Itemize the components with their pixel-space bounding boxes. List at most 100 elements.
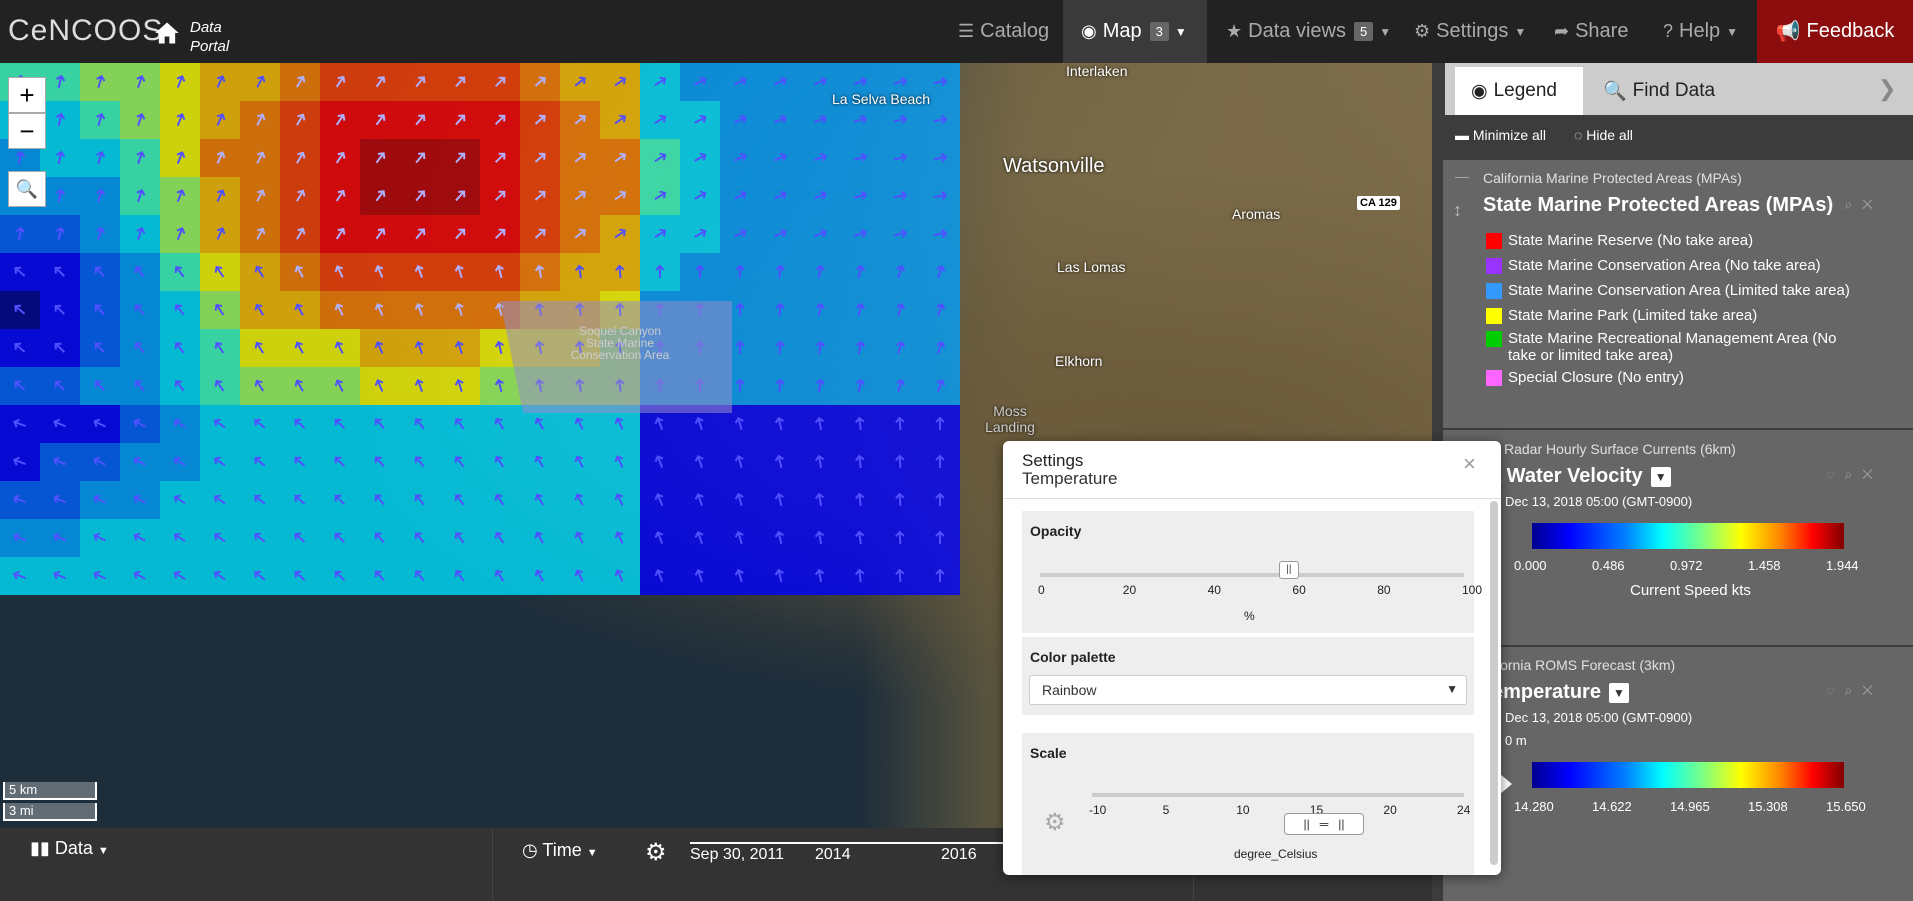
bullhorn-icon: 📢 <box>1775 21 1801 43</box>
legend-item-label: State Marine Park (Limited take area) <box>1508 307 1758 324</box>
chevron-down-icon: ▼ <box>1726 24 1739 39</box>
collapse-panel-icon[interactable]: ❯ <box>1878 76 1896 102</box>
minimize-all-button[interactable]: ▬ Minimize all <box>1455 127 1546 143</box>
layer-dropdown-button[interactable]: ▼ <box>1650 466 1671 487</box>
nav-map[interactable]: ◉ Map 3 ▼ <box>1063 0 1207 63</box>
scale-unit: degree_Celsius <box>1234 847 1318 861</box>
zoom-to-icon[interactable]: ⌕ <box>1844 196 1862 212</box>
colorbar-tick-label: 1.944 <box>1826 558 1859 573</box>
legend-swatch <box>1486 370 1502 386</box>
data-menu-button[interactable]: ▮▮ Data ▼ <box>30 838 109 859</box>
place-moss-landing: Moss Landing <box>985 403 1035 435</box>
timeline-gear-icon[interactable]: ⚙ <box>645 838 667 867</box>
nav-data-views[interactable]: ★ Data views 5 ▼ <box>1208 0 1409 63</box>
close-icon[interactable]: ✕ <box>1862 196 1883 212</box>
slider-tick-label: 20 <box>1383 803 1397 817</box>
legend-item: State Marine Conservation Area (No take … <box>1486 257 1821 274</box>
legend-item: State Marine Conservation Area (Limited … <box>1486 282 1850 299</box>
legend-item: State Marine Reserve (No take area) <box>1486 232 1753 249</box>
value-pointer-icon <box>1500 774 1512 794</box>
timeline-year-2014: 2014 <box>815 846 851 863</box>
drag-handle-icon[interactable]: ↕ <box>1453 200 1462 221</box>
palette-label: Color palette <box>1030 649 1116 665</box>
nav-help-label: Help <box>1679 20 1721 42</box>
place-aromas: Aromas <box>1232 206 1281 222</box>
minimize-all-label: Minimize all <box>1472 127 1547 143</box>
legend-item-label: State Marine Conservation Area (Limited … <box>1508 282 1850 299</box>
layer-title: emperature ▼ <box>1492 681 1629 704</box>
colorbar-tick-label: 0.486 <box>1592 558 1625 573</box>
layer-tools[interactable]: ◌⌕✕ <box>1826 682 1883 699</box>
legend-item-label: Special Closure (No entry) <box>1508 369 1684 386</box>
place-elkhorn: Elkhorn <box>1055 353 1103 369</box>
zoom-out-button[interactable]: − <box>8 113 46 149</box>
legend-swatch <box>1486 308 1502 324</box>
nav-help[interactable]: ? Help ▼ <box>1645 0 1756 63</box>
nav-catalog[interactable]: ☰ Catalog <box>940 0 1067 63</box>
legend-item-label: State Marine Reserve (No take area) <box>1508 232 1754 249</box>
bar-chart-icon: ▮▮ <box>30 838 50 858</box>
top-navbar: CeNCOOS Data Portal ☰ Catalog ◉ Map 3 ▼ ★ Data… <box>0 0 1913 63</box>
colorbar-tick-label: 0.000 <box>1514 558 1547 573</box>
zoom-box-button[interactable]: 🔍 <box>8 171 46 207</box>
slider-tick-label: 80 <box>1377 583 1391 597</box>
slider-tick-label: -10 <box>1089 803 1107 817</box>
question-icon: ? <box>1663 21 1674 41</box>
nav-share[interactable]: ➦ Share <box>1536 0 1646 63</box>
chevron-down-icon: ▼ <box>97 845 109 857</box>
slider-tick-label: 24 <box>1457 803 1471 817</box>
settings-subtitle: Temperature <box>1022 469 1118 488</box>
timeline-axis[interactable] <box>690 842 1010 844</box>
place-watsonville: Watsonville <box>1003 155 1105 177</box>
legend-swatch <box>1486 258 1502 274</box>
velocity-colorbar <box>1532 523 1844 549</box>
scale-gear-icon[interactable]: ⚙ <box>1044 808 1066 837</box>
close-icon[interactable]: ✕ <box>1862 466 1883 482</box>
place-interlaken: Interlaken <box>1066 63 1128 79</box>
layer-tools[interactable]: ◌⌕✕ <box>1826 196 1883 213</box>
layer-depth: 0 m <box>1505 733 1527 748</box>
tab-legend[interactable]: ◉ Legend <box>1455 67 1583 115</box>
layer-dropdown-button[interactable]: ▼ <box>1608 682 1629 703</box>
dialog-scrollbar[interactable] <box>1490 501 1498 865</box>
time-menu-label: Time <box>542 840 582 860</box>
tab-find-data-label: Find Data <box>1632 80 1716 101</box>
portal-line-1: Data <box>190 19 222 36</box>
feedback-button[interactable]: 📢 Feedback <box>1757 0 1913 63</box>
settings-dialog: Settings Temperature × Opacity 0 20 40 60 80… <box>1003 441 1501 875</box>
chevron-down-icon: ▼ <box>1174 24 1187 39</box>
place-la-selva: La Selva Beach <box>832 91 931 107</box>
feedback-label: Feedback <box>1806 20 1895 42</box>
time-menu-button[interactable]: ◷ Time ▼ <box>522 840 598 861</box>
layer-title: a Water Velocity ▼ <box>1490 465 1671 488</box>
eye-slash-icon[interactable]: ◌ <box>1826 196 1844 212</box>
colorbar-tick-label: 14.965 <box>1670 799 1710 814</box>
zoom-to-icon[interactable]: ⌕ <box>1844 682 1862 698</box>
tab-find-data[interactable]: 🔍 Find Data <box>1587 67 1731 115</box>
minimize-layer-icon[interactable]: — <box>1455 168 1469 184</box>
home-icon[interactable] <box>153 19 181 47</box>
nav-settings[interactable]: ⚙ Settings ▼ <box>1396 0 1544 63</box>
layer-title: State Marine Protected Areas (MPAs) <box>1483 194 1834 216</box>
zoom-to-icon[interactable]: ⌕ <box>1844 466 1862 482</box>
zoom-in-button[interactable]: + <box>8 77 46 113</box>
eye-slash-icon[interactable]: ◌ <box>1826 466 1844 482</box>
divider <box>492 828 493 901</box>
opacity-slider-handle[interactable]: || <box>1278 561 1299 579</box>
legend-item: State Marine Recreational Management Are… <box>1486 330 1856 364</box>
opacity-slider-track[interactable] <box>1040 573 1464 577</box>
close-icon[interactable]: ✕ <box>1862 682 1883 698</box>
eye-slash-icon[interactable]: ◌ <box>1826 682 1844 698</box>
palette-select[interactable]: Rainbow ▼ <box>1029 675 1467 705</box>
globe-icon: ◉ <box>1471 80 1488 102</box>
star-icon: ★ <box>1226 21 1243 41</box>
close-icon[interactable]: × <box>1463 451 1476 477</box>
slider-tick-label: 0 <box>1038 583 1045 597</box>
colorbar-tick-label: 15.650 <box>1826 799 1866 814</box>
scale-slider-track[interactable] <box>1092 793 1464 797</box>
scale-range-handle[interactable]: || ═ || <box>1284 813 1364 835</box>
legend-swatch <box>1486 283 1502 299</box>
hide-all-button[interactable]: ◌ Hide all <box>1574 127 1633 143</box>
layer-tools[interactable]: ◌⌕✕ <box>1826 466 1883 483</box>
cencoos-logo[interactable]: CeNCOOS <box>8 14 163 48</box>
